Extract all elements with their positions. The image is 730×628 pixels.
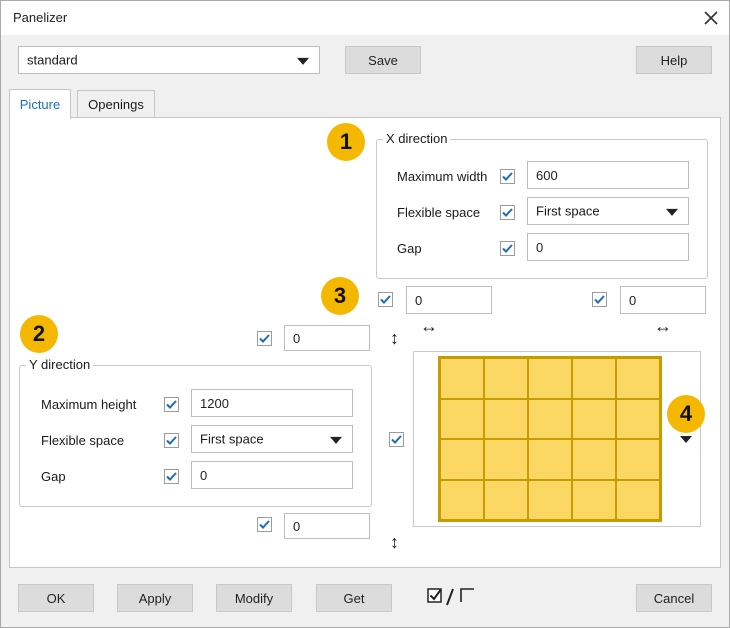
panel-cell <box>484 439 528 480</box>
callout-badge-3: 3 <box>321 277 359 315</box>
checkmark-icon <box>166 400 177 409</box>
checkmark-icon <box>380 295 391 304</box>
max-width-input[interactable] <box>527 161 689 189</box>
panel-cell <box>616 358 660 399</box>
max-height-label: Maximum height <box>41 397 137 412</box>
max-width-label: Maximum width <box>397 169 488 184</box>
check-uncheck-all-icon[interactable] <box>427 587 481 607</box>
right-x-offset-input[interactable] <box>620 286 706 314</box>
panel-cell <box>616 439 660 480</box>
x-flexible-space-dropdown[interactable]: First space <box>527 197 689 225</box>
vertical-double-arrow-icon: ↕ <box>390 532 399 552</box>
panel-cell <box>484 479 528 520</box>
x-direction-title: X direction <box>383 131 451 146</box>
y-direction-title: Y direction <box>26 357 94 372</box>
panel-cell <box>616 479 660 520</box>
preview-side-checkbox[interactable] <box>389 432 404 447</box>
ok-button[interactable]: OK <box>18 584 94 612</box>
y-gap-input[interactable] <box>191 461 353 489</box>
panel-cell <box>572 358 616 399</box>
preset-dropdown[interactable]: standard <box>18 46 320 74</box>
tab-openings[interactable]: Openings <box>77 90 155 118</box>
chevron-down-icon[interactable] <box>680 436 692 443</box>
window-title: Panelizer <box>13 10 68 25</box>
close-button[interactable] <box>699 6 723 30</box>
top-y-offset-checkbox[interactable] <box>257 331 272 346</box>
panel-cell <box>440 358 484 399</box>
panel-cell <box>528 479 572 520</box>
max-height-input[interactable] <box>191 389 353 417</box>
left-x-offset-input[interactable] <box>406 286 492 314</box>
panel-cell <box>484 398 528 439</box>
vertical-double-arrow-icon: ↕ <box>390 328 399 348</box>
modify-button[interactable]: Modify <box>216 584 292 612</box>
cancel-button[interactable]: Cancel <box>636 584 712 612</box>
chevron-down-icon <box>666 208 678 216</box>
x-flexible-space-label: Flexible space <box>397 205 481 220</box>
y-flexible-space-value: First space <box>200 431 264 447</box>
panel-cell <box>440 479 484 520</box>
panel-cell <box>528 398 572 439</box>
title-bar: Panelizer <box>1 1 729 35</box>
x-gap-input[interactable] <box>527 233 689 261</box>
checkmark-icon <box>502 172 513 181</box>
max-height-checkbox[interactable] <box>164 397 179 412</box>
y-gap-checkbox[interactable] <box>164 469 179 484</box>
y-flexible-space-checkbox[interactable] <box>164 433 179 448</box>
checkmark-icon <box>594 295 605 304</box>
bottom-y-offset-checkbox[interactable] <box>257 517 272 532</box>
panel-cell <box>616 398 660 439</box>
x-direction-group: X direction Maximum width Flexible space… <box>376 131 708 279</box>
apply-button[interactable]: Apply <box>117 584 193 612</box>
chevron-down-icon <box>330 436 342 444</box>
panel-cell <box>440 439 484 480</box>
help-button[interactable]: Help <box>636 46 712 74</box>
panelizer-dialog: Panelizer standard Save Help Picture Ope… <box>0 0 730 628</box>
panel-cell <box>572 479 616 520</box>
save-button[interactable]: Save <box>345 46 421 74</box>
x-gap-label: Gap <box>397 241 422 256</box>
checkmark-icon <box>166 472 177 481</box>
panel-cell <box>484 358 528 399</box>
y-direction-group: Y direction Maximum height Flexible spac… <box>19 357 372 507</box>
x-flexible-space-checkbox[interactable] <box>500 205 515 220</box>
panel-cell <box>528 358 572 399</box>
checkmark-icon <box>502 208 513 217</box>
tab-picture[interactable]: Picture <box>9 89 71 119</box>
x-flexible-space-value: First space <box>536 203 600 219</box>
y-flexible-space-dropdown[interactable]: First space <box>191 425 353 453</box>
callout-badge-2: 2 <box>20 315 58 353</box>
checkmark-icon <box>259 334 270 343</box>
panel-cell <box>572 439 616 480</box>
close-icon <box>704 11 718 25</box>
preset-value: standard <box>27 52 78 68</box>
callout-badge-1: 1 <box>327 123 365 161</box>
panel-grid <box>438 356 662 522</box>
checkmark-icon <box>502 244 513 253</box>
callout-badge-4: 4 <box>667 395 705 433</box>
left-x-offset-checkbox[interactable] <box>378 292 393 307</box>
checkmark-icon <box>259 520 270 529</box>
horizontal-double-arrow-icon: ↔ <box>654 316 672 336</box>
bottom-y-offset-input[interactable] <box>284 513 370 539</box>
chevron-down-icon <box>297 57 309 65</box>
panel-cell <box>572 398 616 439</box>
x-gap-checkbox[interactable] <box>500 241 515 256</box>
get-button[interactable]: Get <box>316 584 392 612</box>
right-x-offset-checkbox[interactable] <box>592 292 607 307</box>
panel-preview <box>413 351 701 527</box>
y-gap-label: Gap <box>41 469 66 484</box>
panel-cell <box>528 439 572 480</box>
top-y-offset-input[interactable] <box>284 325 370 351</box>
panel-cell <box>440 398 484 439</box>
horizontal-double-arrow-icon: ↔ <box>420 316 438 336</box>
y-flexible-space-label: Flexible space <box>41 433 125 448</box>
checkmark-icon <box>166 436 177 445</box>
checkmark-icon <box>391 435 402 444</box>
max-width-checkbox[interactable] <box>500 169 515 184</box>
